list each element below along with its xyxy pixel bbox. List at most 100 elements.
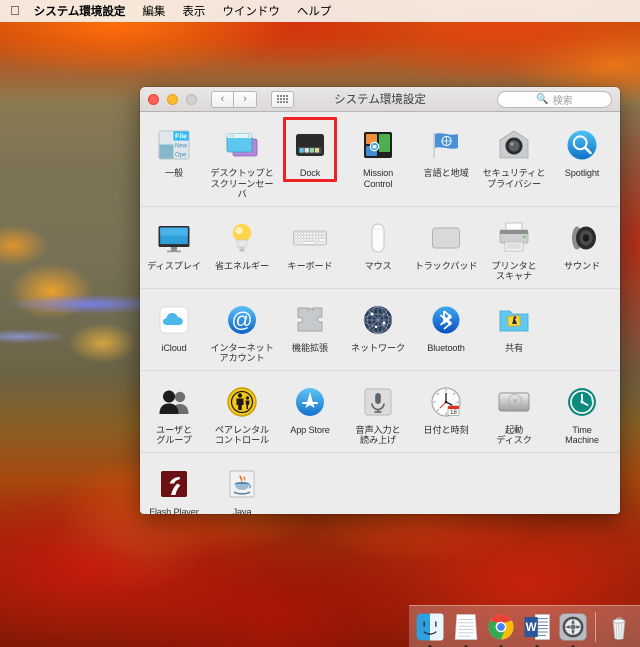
minimize-button[interactable] (167, 93, 178, 105)
show-all-button[interactable] (271, 90, 294, 108)
window-titlebar[interactable]: ‹ › システム環境設定 🔍 検索 (140, 87, 620, 112)
pref-item-label: 一般 (164, 168, 184, 178)
svg-text:W: W (526, 621, 537, 634)
pref-item-extensions[interactable]: 機能拡張 (276, 296, 344, 364)
pref-item-sharing[interactable]: 共有 (480, 296, 548, 364)
pref-item-label: Flash Player (149, 506, 199, 515)
pref-item-app-store[interactable]: App Store (276, 378, 344, 446)
spotlight-icon (563, 126, 601, 164)
pref-item-dictation-speech[interactable]: 音声入力と 読み上げ (344, 378, 412, 446)
desktop-screen:  システム環境設定 編集 表示 ウインドウ ヘルプ ‹ › システム環境設定 (0, 0, 640, 647)
grid-spacer (412, 460, 480, 515)
pref-item-energy-saver[interactable]: 省エネルギー (208, 214, 276, 282)
preferences-row: File New Ope 一般 デスクトップと スクリーンセーバ Dock Mi… (140, 114, 620, 207)
menu-item-edit[interactable]: 編集 (142, 3, 165, 19)
language-region-icon (427, 126, 465, 164)
menu-item-help[interactable]: ヘルプ (297, 3, 332, 19)
dock: W (409, 605, 640, 647)
pref-item-parental-controls[interactable]: ペアレンタル コントロール (208, 378, 276, 446)
menu-item-view[interactable]: 表示 (182, 3, 205, 19)
displays-icon (155, 219, 193, 257)
mouse-icon (359, 219, 397, 257)
pref-item-spotlight[interactable]: Spotlight (548, 121, 616, 200)
pref-item-network[interactable]: ネットワーク (344, 296, 412, 364)
pref-item-label: ユーザと グループ (156, 424, 192, 446)
grid-spacer (616, 296, 620, 364)
search-placeholder: 検索 (552, 95, 573, 107)
pref-item-notifications[interactable]: 通知 (616, 121, 620, 200)
pref-item-desktop-screensaver[interactable]: デスクトップと スクリーンセーバ (208, 121, 276, 200)
extensions-icon (291, 301, 329, 339)
menu-item-window[interactable]: ウインドウ (222, 3, 280, 19)
menu-bar:  システム環境設定 編集 表示 ウインドウ ヘルプ (0, 0, 640, 22)
pref-item-users-groups[interactable]: ユーザと グループ (140, 378, 208, 446)
java-icon (223, 465, 261, 503)
app-store-icon (291, 383, 329, 421)
dock-icon (291, 126, 329, 164)
dock-item-finder[interactable] (414, 610, 446, 647)
preferences-row: Flash Player Java (140, 453, 620, 515)
menu-item-app-name[interactable]: システム環境設定 (34, 3, 126, 19)
dock-item-trash[interactable] (603, 610, 635, 643)
pref-item-label: デスクトップと スクリーンセーバ (210, 168, 274, 199)
grid-spacer (276, 460, 344, 515)
pref-item-mission-control[interactable]: Mission Control (344, 121, 412, 200)
pref-item-startup-disk[interactable]: 起動 ディスク (480, 378, 548, 446)
pref-item-label: インターネット アカウント (210, 342, 274, 364)
pref-item-accessibility[interactable]: アクセシ ビリティ (616, 378, 620, 446)
trackpad-icon (427, 219, 465, 257)
pref-item-label: 共有 (504, 342, 524, 353)
svg-text:18: 18 (450, 410, 457, 416)
back-button[interactable]: ‹ (211, 90, 234, 108)
grid-spacer (548, 460, 616, 515)
pref-item-keyboard[interactable]: キーボード (276, 214, 344, 282)
pref-item-label: プリンタと スキャナ (491, 260, 537, 282)
pref-item-printers-scanners[interactable]: プリンタと スキャナ (480, 214, 548, 282)
pref-item-trackpad[interactable]: トラックパッド (412, 214, 480, 282)
search-field[interactable]: 🔍 検索 (497, 90, 612, 108)
dock-item-word[interactable]: W (521, 610, 553, 647)
pref-item-general[interactable]: File New Ope 一般 (140, 121, 208, 200)
svg-text:New: New (175, 144, 188, 150)
pref-item-label: Dock (299, 168, 321, 178)
svg-text:File: File (175, 134, 187, 141)
network-icon (359, 301, 397, 339)
grid-spacer (344, 460, 412, 515)
energy-saver-icon (223, 219, 261, 257)
close-button[interactable] (148, 93, 159, 105)
grid-spacer (616, 460, 620, 515)
apple-logo-icon[interactable]:  (10, 4, 20, 17)
pref-item-dock[interactable]: Dock (276, 117, 344, 200)
bluetooth-icon (427, 301, 465, 339)
pref-item-java[interactable]: Java (208, 460, 276, 514)
grid-spacer (480, 460, 548, 515)
pref-item-label: Mission Control (362, 168, 394, 189)
grid-spacer (616, 214, 620, 282)
pref-item-displays[interactable]: ディスプレイ (140, 214, 208, 282)
pref-item-security-privacy[interactable]: セキュリティと プライバシー (480, 121, 548, 200)
forward-button[interactable]: › (234, 90, 257, 108)
pref-item-date-time[interactable]: 18 日付と時刻 (412, 378, 480, 446)
pref-item-label: 音声入力と 読み上げ (355, 424, 401, 446)
window-controls (148, 93, 197, 105)
pref-item-flash-player[interactable]: Flash Player (140, 460, 208, 515)
dock-item-textedit[interactable] (450, 610, 482, 647)
pref-item-icloud[interactable]: iCloud (140, 296, 208, 364)
dictation-speech-icon (359, 383, 397, 421)
pref-item-mouse[interactable]: マウス (344, 214, 412, 282)
pref-item-label: App Store (290, 424, 330, 435)
flash-player-icon (155, 465, 193, 503)
pref-item-language-region[interactable]: 言語と地域 (412, 121, 480, 200)
pref-item-sound[interactable]: サウンド (548, 214, 616, 282)
dock-item-chrome[interactable] (485, 610, 517, 647)
pref-item-label: 日付と時刻 (423, 424, 469, 435)
time-machine-icon (563, 383, 601, 421)
pref-item-label: Time Machine (565, 424, 599, 446)
pref-item-bluetooth[interactable]: Bluetooth (412, 296, 480, 364)
pref-item-internet-accounts[interactable]: @ インターネット アカウント (208, 296, 276, 364)
startup-disk-icon (495, 383, 533, 421)
search-icon: 🔍 (536, 93, 549, 105)
pref-item-label: iCloud (161, 342, 187, 353)
pref-item-time-machine[interactable]: Time Machine (548, 378, 616, 446)
dock-item-system-preferences[interactable] (557, 610, 589, 647)
